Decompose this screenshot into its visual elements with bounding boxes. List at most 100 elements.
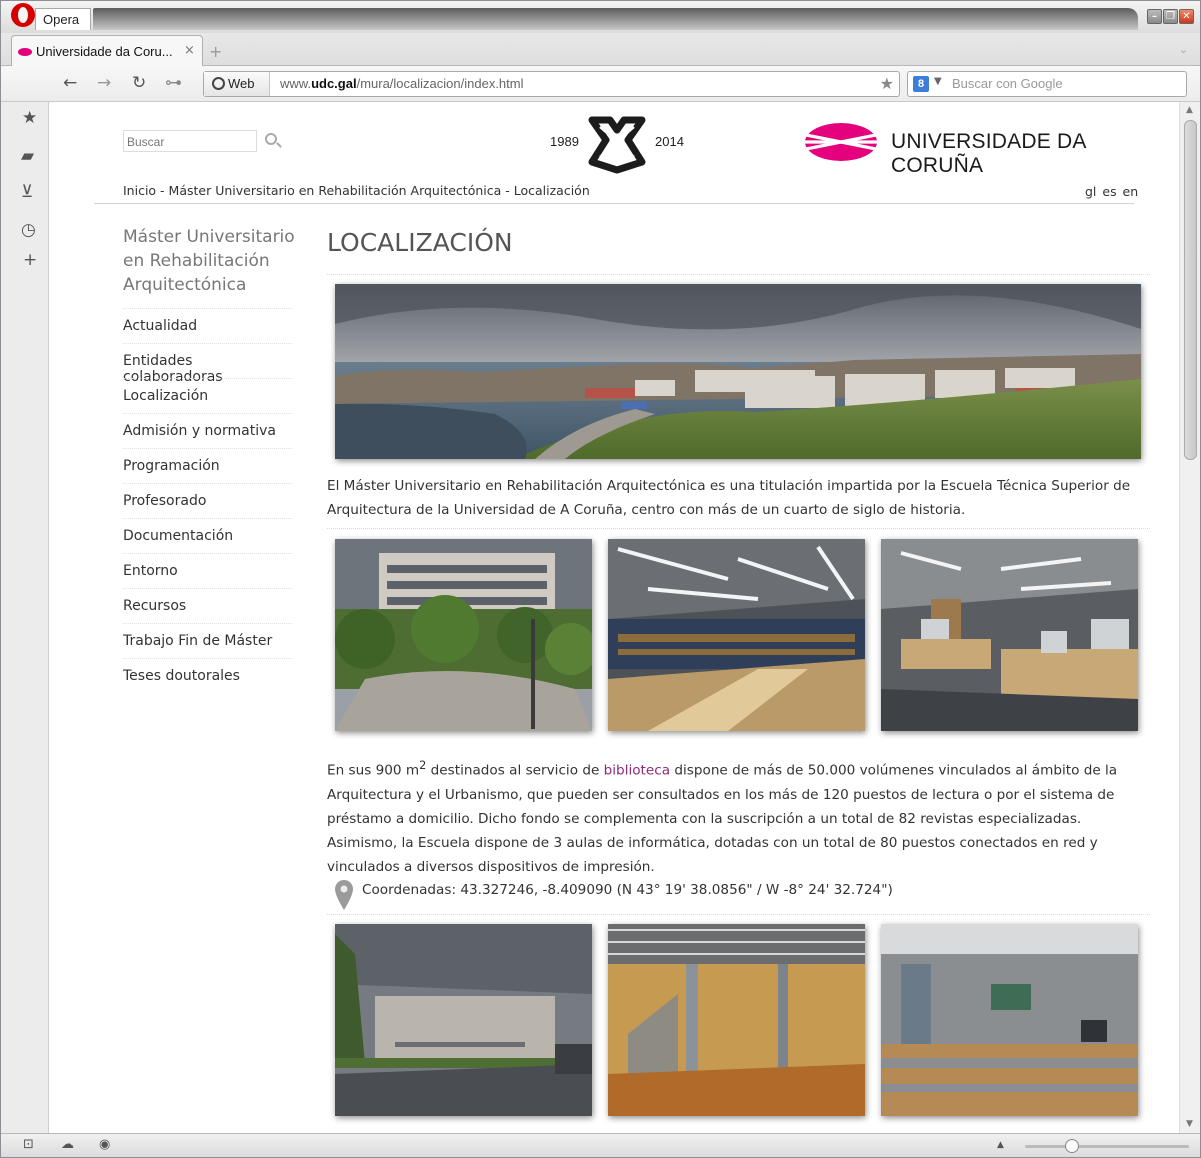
new-tab-icon[interactable]: +	[209, 42, 222, 61]
content-divider	[327, 528, 1150, 529]
url-text[interactable]: www.udc.gal/mura/localizacion/index.html	[280, 76, 523, 91]
sidebar-title[interactable]: Máster Universitario en Rehabilitación A…	[123, 225, 303, 297]
title-bar: Opera – ❐ ✕	[1, 1, 1200, 33]
opera-logo-icon[interactable]	[11, 3, 35, 27]
tab-udc[interactable]: Universidade da Coru... ×	[11, 35, 203, 66]
web-search-box[interactable]: 8 ▼ Buscar con Google	[907, 71, 1187, 97]
udc-favicon-icon	[18, 48, 32, 56]
globe-icon	[212, 77, 225, 90]
sidebar-item-localizacion[interactable]: Localización	[123, 388, 293, 404]
zoom-up-icon[interactable]: ▲	[997, 1140, 1004, 1150]
panorama-photo	[335, 284, 1141, 459]
close-window-icon[interactable]: ✕	[1179, 9, 1194, 24]
forward-arrow-icon[interactable]: →	[97, 73, 111, 93]
side-panel: ★ ▰ ⊻ ◷ +	[1, 102, 49, 1133]
nav-divider	[123, 518, 293, 519]
search-icon[interactable]	[265, 133, 277, 145]
sidebar-item-teses-doutorales[interactable]: Teses doutorales	[123, 668, 293, 684]
nav-divider	[123, 658, 293, 659]
intro-paragraph: El Máster Universitario en Rehabilitació…	[327, 478, 1131, 518]
zoom-slider-knob[interactable]	[1065, 1139, 1079, 1153]
sidebar-item-trabajo-fin-master[interactable]: Trabajo Fin de Máster	[123, 633, 293, 649]
address-bar[interactable]: Web www.udc.gal/mura/localizacion/index.…	[203, 71, 900, 97]
sidebar-item-entidades[interactable]: Entidades colaboradoras	[123, 353, 293, 385]
back-arrow-icon[interactable]: ←	[63, 73, 77, 93]
restore-icon[interactable]: ❐	[1163, 9, 1178, 24]
tab-menu-chevron-icon[interactable]: ⌄	[1179, 43, 1188, 56]
scrollbar-thumb[interactable]	[1184, 120, 1197, 460]
school-building-image	[335, 539, 592, 731]
window-controls: – ❐ ✕	[1147, 9, 1194, 24]
udc-logo-icon[interactable]	[796, 120, 886, 164]
coordinates-text: Coordenadas: 43.327246, -8.409090 (N 43°…	[362, 882, 893, 898]
library-text-intro: En sus 900 m	[327, 762, 420, 779]
bookmark-star-icon[interactable]: ★	[880, 74, 894, 93]
url-prefix: www.	[280, 76, 312, 91]
bookmarks-star-icon[interactable]: ★	[22, 108, 37, 128]
minimize-icon[interactable]: –	[1147, 9, 1162, 24]
header-divider	[94, 203, 1134, 204]
anniversary-start-year: 1989	[550, 134, 579, 149]
map-pin-icon	[335, 880, 353, 910]
opera-menu-button[interactable]: Opera	[35, 8, 91, 30]
nav-divider	[123, 588, 293, 589]
sidebar-item-admision[interactable]: Admisión y normativa	[123, 423, 293, 439]
panel-toggle-icon[interactable]: ⊡	[23, 1137, 34, 1152]
atrium-stairs-photo	[608, 924, 865, 1116]
nav-divider	[123, 343, 293, 344]
computer-lab-image	[881, 539, 1138, 731]
navigation-bar: ← → ↻ ⊶ Web www.udc.gal/mura/localizacio…	[1, 66, 1200, 102]
computer-lab-photo	[881, 539, 1138, 731]
school-exterior-image	[335, 924, 592, 1116]
scroll-up-icon[interactable]: ▲	[1186, 105, 1193, 115]
sidebar-item-profesorado[interactable]: Profesorado	[123, 493, 293, 509]
page-title: LOCALIZACIÓN	[327, 228, 513, 257]
library-reading-room-image	[608, 539, 865, 731]
tab-bar: Universidade da Coru... × + ⌄	[1, 33, 1200, 66]
scroll-down-icon[interactable]: ▼	[1186, 1119, 1193, 1129]
browser-window: Opera – ❐ ✕ Universidade da Coru... × + …	[0, 0, 1201, 1158]
library-paragraph: En sus 900 m2 destinados al servicio de …	[327, 753, 1137, 879]
tab-close-icon[interactable]: ×	[184, 43, 195, 58]
site-search-input[interactable]: Buscar	[123, 130, 257, 152]
web-page: Buscar 1989 2014 UNIVERSIDADE DA CORUÑA …	[49, 102, 1179, 1133]
title-strip	[93, 8, 1138, 30]
reload-icon[interactable]: ↻	[132, 73, 146, 93]
web-badge-label: Web	[228, 76, 255, 91]
classroom-image	[881, 924, 1138, 1116]
language-switcher[interactable]: gl es en	[1085, 184, 1138, 199]
panorama-image	[335, 284, 1141, 459]
search-engine-dropdown-icon[interactable]: ▼	[934, 76, 942, 87]
url-domain: udc.gal	[311, 76, 357, 91]
nav-divider	[123, 623, 293, 624]
sidebar-item-programacion[interactable]: Programación	[123, 458, 293, 474]
content-divider	[327, 914, 1150, 915]
sidebar-item-entorno[interactable]: Entorno	[123, 563, 293, 579]
google-icon[interactable]: 8	[913, 76, 929, 92]
web-badge[interactable]: Web	[204, 72, 270, 96]
key-icon[interactable]: ⊶	[165, 73, 182, 93]
library-text-mid: destinados al servicio de	[426, 762, 604, 779]
nav-divider	[123, 448, 293, 449]
opera-unite-cloud-icon[interactable]: ☁	[61, 1137, 74, 1152]
nav-divider	[123, 378, 293, 379]
status-bar: ⊡ ☁ ◉ ▲	[1, 1133, 1200, 1157]
sidebar-item-actualidad[interactable]: Actualidad	[123, 318, 293, 334]
vertical-scrollbar[interactable]: ▲ ▼	[1179, 102, 1200, 1133]
sidebar-item-documentacion[interactable]: Documentación	[123, 528, 293, 544]
breadcrumb[interactable]: Inicio - Máster Universitario en Rehabil…	[123, 183, 590, 198]
zoom-slider[interactable]	[1025, 1145, 1189, 1148]
library-link[interactable]: biblioteca	[604, 763, 670, 779]
history-clock-icon[interactable]: ◷	[21, 220, 36, 240]
sidebar-item-recursos[interactable]: Recursos	[123, 598, 293, 614]
anniversary-logo-icon	[588, 116, 646, 174]
downloads-icon[interactable]: ⊻	[21, 182, 33, 202]
school-exterior-photo	[335, 924, 592, 1116]
school-building-photo	[335, 539, 592, 731]
nav-divider	[123, 413, 293, 414]
turbo-speedometer-icon[interactable]: ◉	[99, 1137, 110, 1152]
add-panel-icon[interactable]: +	[23, 250, 37, 270]
university-name[interactable]: UNIVERSIDADE DA CORUÑA	[891, 130, 1179, 178]
anniversary-end-year: 2014	[655, 134, 684, 149]
notes-icon[interactable]: ▰	[21, 146, 34, 166]
